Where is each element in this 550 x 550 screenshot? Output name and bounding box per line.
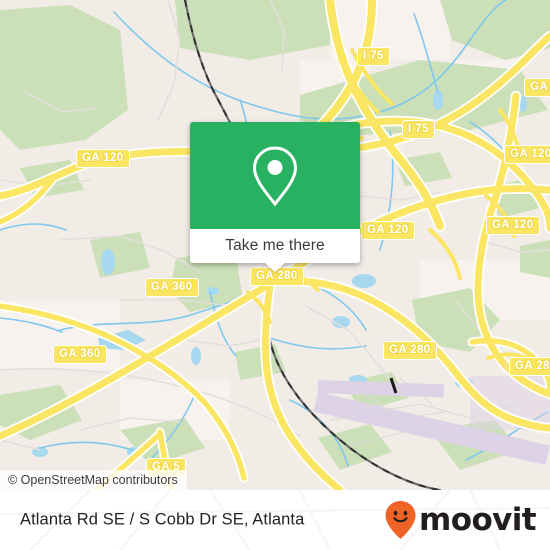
take-me-there-button[interactable]: Take me there bbox=[190, 229, 360, 272]
moovit-smiley-pin-icon bbox=[385, 501, 416, 539]
map-canvas[interactable]: I 75 I 75 GA 120 GA 120 GA 120 GA 120 GA… bbox=[0, 0, 550, 490]
shield-ga-120-northeast: GA 120 bbox=[504, 145, 550, 164]
moovit-wordmark: moovit bbox=[419, 502, 537, 538]
popup-header bbox=[190, 122, 360, 229]
moovit-brand[interactable]: moovit bbox=[384, 500, 537, 540]
popup-pointer-tail bbox=[264, 262, 286, 272]
footer-bar: Atlanta Rd SE / S Cobb Dr SE, Atlanta mo… bbox=[0, 490, 550, 550]
shield-ga-280-far-east: GA 280 bbox=[509, 357, 550, 376]
shield-ga-120-center: GA 120 bbox=[361, 221, 415, 240]
shield-ga-120-west: GA 120 bbox=[76, 149, 130, 168]
location-title: Atlanta Rd SE / S Cobb Dr SE, Atlanta bbox=[20, 510, 305, 529]
shield-i-75-north: I 75 bbox=[357, 47, 390, 66]
take-me-there-label: Take me there bbox=[225, 237, 325, 254]
shield-ga-360-upper: GA 360 bbox=[145, 278, 199, 297]
map-pin-icon bbox=[252, 145, 298, 206]
location-popup-card[interactable]: Take me there bbox=[190, 122, 360, 272]
shield-ga-360-lower: GA 360 bbox=[53, 345, 107, 364]
map-screen: I 75 I 75 GA 120 GA 120 GA 120 GA 120 GA… bbox=[0, 0, 550, 550]
osm-attribution[interactable]: © OpenStreetMap contributors bbox=[0, 470, 187, 490]
shield-ga-1-edge: GA 1 bbox=[524, 78, 550, 97]
shield-ga-120-east: GA 120 bbox=[486, 216, 540, 235]
shield-i-75-south: I 75 bbox=[402, 120, 435, 139]
shield-ga-280-east: GA 280 bbox=[383, 341, 437, 360]
